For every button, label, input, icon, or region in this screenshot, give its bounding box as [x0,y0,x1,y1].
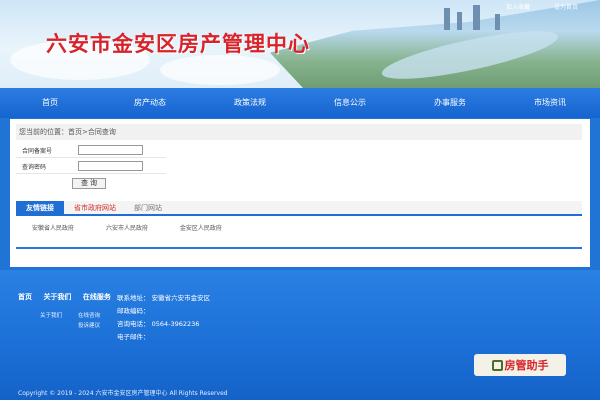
link-luan-gov[interactable]: 六安市人民政府 [106,225,148,232]
tab-department-sites[interactable]: 部门网站 [134,201,162,216]
contract-no-label: 合同备案号 [22,148,53,155]
password-label: 查询密码 [22,164,47,171]
links-list: 安徽省人民政府 六安市人民政府 金安区人民政府 [16,223,236,232]
password-row: 查询密码 [16,158,166,174]
footer-nav: 首页 关于我们 在线服务 [18,292,120,302]
building-image [444,8,450,30]
tab-government-sites[interactable]: 省市政府网站 [74,201,116,216]
watermark-text: 房管助手 [504,359,549,372]
nav-item-notice[interactable]: 信息公示 [300,88,400,118]
nav-item-service[interactable]: 办事服务 [400,88,500,118]
link-jinan-gov[interactable]: 金安区人民政府 [180,225,222,232]
building-image [457,12,462,30]
links-tabs: 友情链接 省市政府网站 部门网站 [16,201,582,216]
contract-no-row: 合同备案号 [16,142,166,158]
link-anhui-gov[interactable]: 安徽省人民政府 [32,225,74,232]
set-homepage-link[interactable]: 设为首页 [554,4,578,11]
nav-item-news[interactable]: 房产动态 [100,88,200,118]
contact-postcode: 邮政编码： [117,307,150,315]
nav-item-market[interactable]: 市场资讯 [500,88,600,118]
contact-phone: 咨询电话： 0564-3962236 [117,320,200,328]
footer-sublink-about[interactable]: 关于我们 [40,311,62,319]
house-icon [491,359,503,371]
top-links: 加入收藏 设为首页 [484,2,578,11]
main-nav: 首页 房产动态 政策法规 信息公示 办事服务 市场资讯 [0,88,600,118]
nav-item-home[interactable]: 首页 [0,88,100,118]
friendly-links-box: 友情链接 省市政府网站 部门网站 安徽省人民政府 六安市人民政府 金安区人民政府 [16,201,582,249]
watermark-logo: 房管助手 [474,354,566,376]
main-panel: 您当前的位置：首页>合同查询 合同备案号 查询密码 查 询 友情链接 省市政府网… [10,119,590,267]
contact-email: 电子邮件： [117,333,150,341]
query-button[interactable]: 查 询 [72,178,106,189]
footer-sublink-consult[interactable]: 在线咨询 [78,311,100,319]
footer-link-home[interactable]: 首页 [18,293,32,301]
add-favorite-link[interactable]: 加入收藏 [506,4,530,11]
footer: 首页 关于我们 在线服务 关于我们 在线咨询 投诉建议 联系地址： 安徽省六安市… [0,270,600,400]
building-image [473,5,480,30]
building-image [495,14,500,30]
site-title: 六安市金安区房产管理中心 [46,32,310,56]
footer-link-service[interactable]: 在线服务 [83,293,111,301]
contract-no-input[interactable] [78,145,143,155]
footer-link-about[interactable]: 关于我们 [43,293,71,301]
copyright: Copyright © 2019 - 2024 六安市金安区房产管理中心 All… [18,390,228,397]
nav-item-policy[interactable]: 政策法规 [200,88,300,118]
header-banner: 六安市金安区房产管理中心 加入收藏 设为首页 [0,0,600,88]
cloud-decoration [160,55,280,85]
contact-address: 联系地址： 安徽省六安市金安区 [117,294,211,302]
footer-sublink-complaint[interactable]: 投诉建议 [78,321,100,329]
breadcrumb: 您当前的位置：首页>合同查询 [16,124,582,140]
password-input[interactable] [78,161,143,171]
contact-info: 联系地址： 安徽省六安市金安区 邮政编码： 咨询电话： 0564-3962236… [117,292,210,344]
tab-friendly-links[interactable]: 友情链接 [16,201,64,216]
